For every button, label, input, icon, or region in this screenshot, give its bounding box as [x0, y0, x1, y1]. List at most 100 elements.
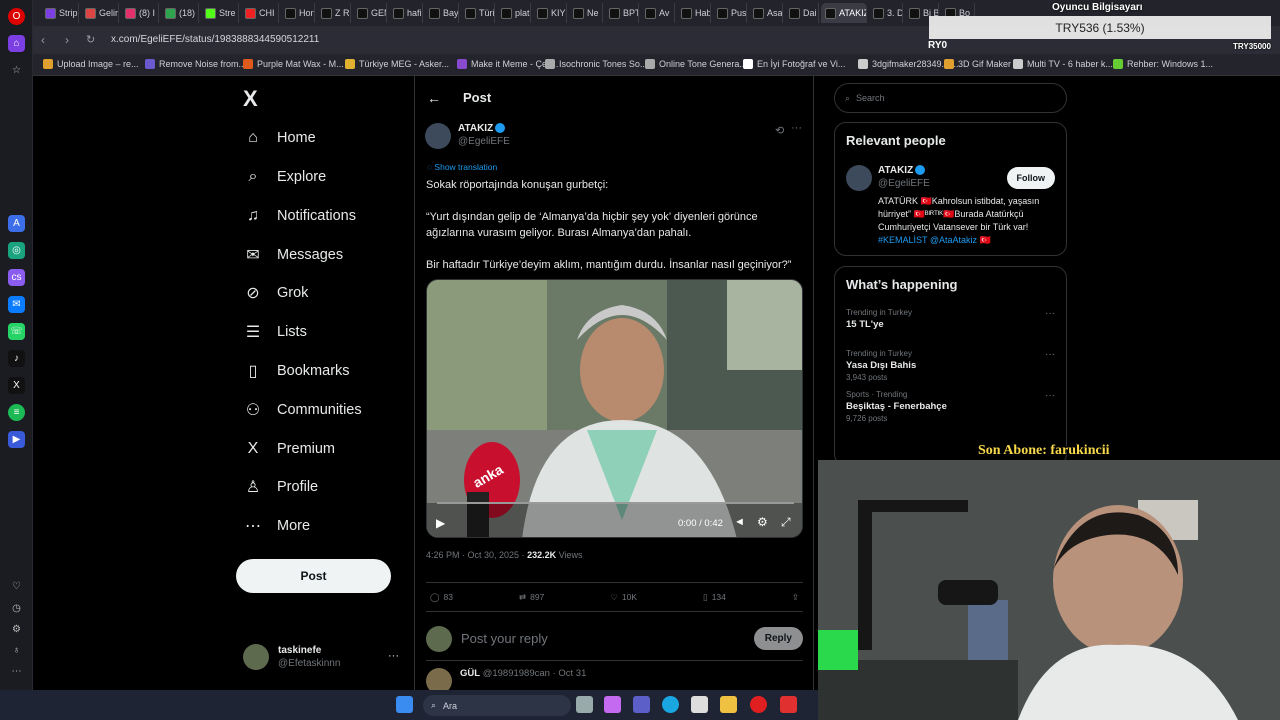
nav-item-more[interactable]: ⋯ More [243, 516, 310, 536]
teams-icon[interactable] [633, 696, 650, 713]
play-icon[interactable]: ▶ [436, 516, 445, 530]
pin-icon[interactable]: ☆ [8, 62, 25, 79]
post-button[interactable]: Post [236, 559, 391, 593]
browser-tab[interactable]: (18) [161, 3, 199, 23]
browser-tab[interactable]: BPT [605, 3, 639, 23]
reply-button[interactable]: Reply [753, 627, 803, 650]
nav-item-messages[interactable]: ✉ Messages [243, 245, 343, 265]
like-action[interactable]: ♡ 10K [610, 591, 637, 603]
browser-tab[interactable]: Bay [425, 3, 459, 23]
reload-icon[interactable]: ↻ [86, 33, 95, 46]
person-avatar[interactable] [846, 165, 872, 191]
nav-item-communities[interactable]: ⚇ Communities [243, 400, 362, 420]
video-settings-icon[interactable]: ⚙ [757, 515, 768, 529]
bookmark-item[interactable]: En İyi Fotoğraf ve Vi... [743, 59, 845, 69]
ai-icon[interactable]: A [8, 215, 25, 232]
bookmark-item[interactable]: Türkiye MEG - Asker... [345, 59, 449, 69]
account-switcher[interactable]: taskinefe @Efetaskinnn ··· [243, 644, 399, 670]
browser-tab[interactable]: KIY [533, 3, 567, 23]
post-author[interactable]: ATAKIZ @EgeliEFE [425, 123, 510, 149]
explorer-icon[interactable] [720, 696, 737, 713]
share-action[interactable]: ⇪ [792, 591, 799, 603]
player-icon[interactable]: ▶ [8, 431, 25, 448]
reply-action[interactable]: ◯ 83 [430, 591, 453, 603]
heart-icon[interactable]: ♡ [8, 578, 25, 595]
nav-item-profile[interactable]: ♙ Profile [243, 477, 318, 497]
person-name[interactable]: ATAKIZ [878, 165, 913, 176]
x-logo-icon[interactable]: X [243, 86, 258, 112]
author-name[interactable]: ATAKIZ [458, 123, 493, 134]
comment[interactable]: GÜL @19891989can · Oct 31 [426, 668, 586, 690]
show-translation-link[interactable]: ◌ Show translation [427, 162, 497, 172]
repost-action[interactable]: ⇄ 897 [519, 591, 544, 603]
store-icon[interactable] [691, 696, 708, 713]
bookmark-item[interactable]: Rehber: Windows 1... [1113, 59, 1213, 69]
tiktok-icon[interactable]: ♪ [8, 350, 25, 367]
reply-input[interactable]: Post your reply [461, 631, 745, 646]
grok-icon[interactable]: ⟲ [775, 124, 784, 137]
browser-tab[interactable]: Dai [785, 3, 819, 23]
home-icon[interactable]: ⌂ [8, 35, 25, 52]
more-icon[interactable]: ⋯ [8, 663, 25, 680]
chatgpt-icon[interactable]: ◎ [8, 242, 25, 259]
trend-item[interactable]: Sports · Trending Beşiktaş - Fenerbahçe 9,… [835, 384, 1066, 425]
bookmark-action[interactable]: ▯ 134 [703, 591, 726, 603]
copilot-icon[interactable] [604, 696, 621, 713]
trend-more-icon[interactable]: ··· [1045, 390, 1055, 401]
bookmark-item[interactable]: Online Tone Genera... [645, 59, 747, 69]
browser-tab[interactable]: hafi [389, 3, 423, 23]
app-icon[interactable] [780, 696, 797, 713]
browser-tab[interactable]: GEN [353, 3, 387, 23]
browser-tab[interactable]: Pusi [713, 3, 747, 23]
browser-tab[interactable]: ATAKIZ [821, 3, 867, 23]
author-avatar[interactable] [425, 123, 451, 149]
browser-tab[interactable]: Hon [281, 3, 315, 23]
bookmark-item[interactable]: Upload Image – re... [43, 59, 139, 69]
spotify-icon[interactable]: ≡ [8, 404, 25, 421]
url-field[interactable]: x.com/EgeliEFE/status/198388834459051221… [111, 34, 319, 45]
x-sidebar-icon[interactable]: X [8, 377, 25, 394]
browser-tab[interactable]: Türi [461, 3, 495, 23]
bookmark-item[interactable]: 3D Gif Maker [944, 59, 1011, 69]
browser-tab[interactable]: CHI [241, 3, 279, 23]
browser-tab[interactable]: Hab [677, 3, 711, 23]
cs-icon[interactable]: cs [8, 269, 25, 286]
bio-tags[interactable]: #KEMALİST @AtaAtakiz 🇹🇷 [878, 235, 991, 245]
edge-icon[interactable] [662, 696, 679, 713]
post-more-icon[interactable]: ··· [791, 122, 802, 134]
lightbulb-icon[interactable]: ♁ [8, 642, 25, 659]
volume-icon[interactable]: ◄ [734, 516, 745, 528]
bookmark-item[interactable]: Purple Mat Wax - M... [243, 59, 344, 69]
messenger-icon[interactable]: ✉ [8, 296, 25, 313]
author-handle[interactable]: @EgeliEFE [458, 136, 510, 147]
whatsapp-icon[interactable]: ☏ [8, 323, 25, 340]
commenter-avatar[interactable] [426, 668, 452, 690]
bookmark-item[interactable]: Make it Meme - Çev... [457, 59, 558, 69]
browser-tab[interactable]: Av [641, 3, 675, 23]
search-input[interactable]: ⌕ Search [834, 83, 1067, 113]
nav-item-grok[interactable]: ⊘ Grok [243, 283, 308, 303]
nav-item-home[interactable]: ⌂ Home [243, 128, 316, 148]
settings-icon[interactable]: ⚙ [8, 621, 25, 638]
bookmark-item[interactable]: Multi TV - 6 haber k... [1013, 59, 1113, 69]
trend-item[interactable]: Trending in Turkey 15 TL'ye ··· [835, 302, 1066, 343]
browser-tab[interactable]: 3. D [869, 3, 903, 23]
bookmark-item[interactable]: Remove Noise from... [145, 59, 246, 69]
follow-button[interactable]: Follow [1006, 167, 1055, 189]
nav-item-lists[interactable]: ☰ Lists [243, 322, 307, 342]
opera-icon[interactable] [750, 696, 767, 713]
back-arrow-icon[interactable]: ← [427, 90, 441, 106]
back-icon[interactable]: ‹ [41, 33, 45, 47]
taskbar-search[interactable]: ⌕ Ara [423, 695, 571, 716]
windows-start-icon[interactable] [396, 696, 413, 713]
account-more-icon[interactable]: ··· [388, 650, 399, 662]
browser-tab[interactable]: Stre [201, 3, 239, 23]
browser-tab[interactable]: Asa [749, 3, 783, 23]
opera-logo-icon[interactable]: O [8, 8, 25, 25]
forward-icon[interactable]: › [65, 33, 69, 47]
task-view-icon[interactable] [576, 696, 593, 713]
browser-tab[interactable]: Z R [317, 3, 351, 23]
commenter-name[interactable]: GÜL [460, 668, 480, 679]
browser-tab[interactable]: Strip [41, 3, 79, 23]
browser-tab[interactable]: (8) I [121, 3, 159, 23]
